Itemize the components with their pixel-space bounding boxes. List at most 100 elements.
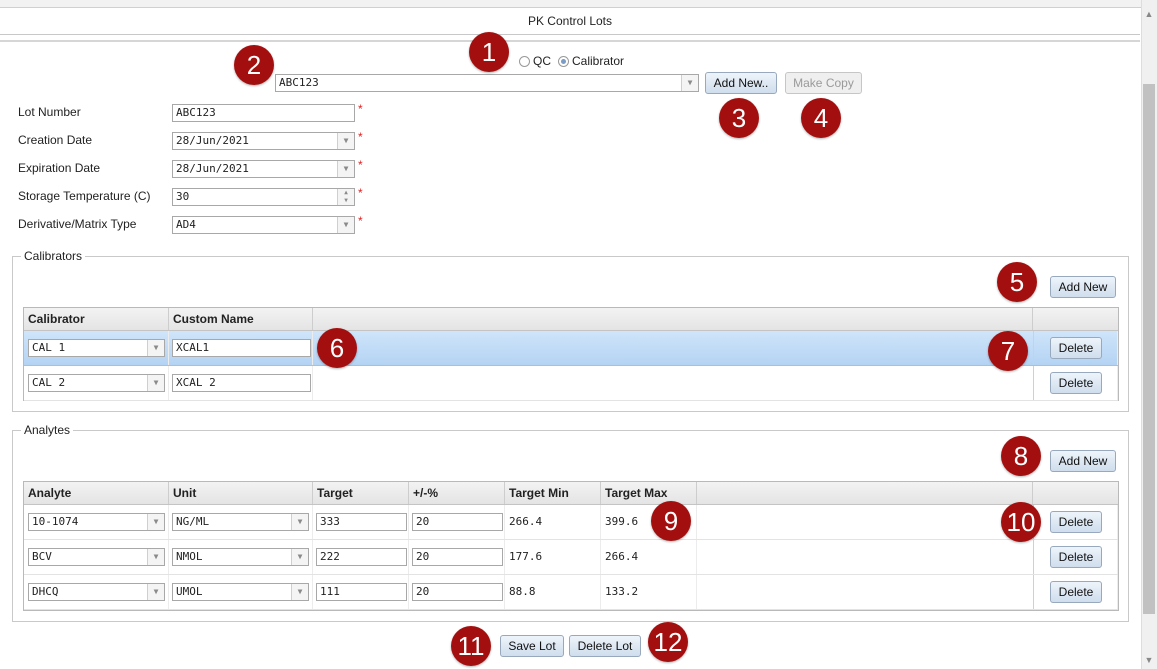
table-row[interactable]: CAL 2 ▼ XCAL 2 Delete xyxy=(24,366,1118,401)
cell-delete: Delete xyxy=(1033,575,1118,609)
target-field[interactable]: 111 xyxy=(316,583,407,601)
cell-delete: Delete xyxy=(1033,331,1118,365)
cell-target-max: 266.4 xyxy=(601,540,697,574)
unit-combo[interactable]: UMOL ▼ xyxy=(172,583,309,601)
chevron-down-icon[interactable]: ▼ xyxy=(337,161,354,177)
unit-value: NMOL xyxy=(176,550,203,563)
callout-badge: 10 xyxy=(1001,502,1041,542)
column-header-analyte[interactable]: Analyte xyxy=(24,482,169,504)
spin-down-icon[interactable]: ▼ xyxy=(337,197,354,205)
delete-row-button[interactable]: Delete xyxy=(1050,546,1102,568)
add-new-lot-button[interactable]: Add New.. xyxy=(705,72,777,94)
qc-radio-label: QC xyxy=(533,54,551,68)
creation-date-picker[interactable]: 28/Jun/2021 ▼ xyxy=(172,132,355,150)
delete-row-button[interactable]: Delete xyxy=(1050,581,1102,603)
callout-badge: 12 xyxy=(648,622,688,662)
qc-radio[interactable] xyxy=(519,56,530,67)
required-asterisk: * xyxy=(358,102,363,116)
table-row[interactable]: BCV ▼ NMOL ▼ 222 20 177.6 266.4 Delete xyxy=(24,540,1118,575)
custom-name-field[interactable]: XCAL 2 xyxy=(172,374,311,392)
cell-delete: Delete xyxy=(1033,540,1118,574)
analyte-combo[interactable]: 10-1074 ▼ xyxy=(28,513,165,531)
callout-badge: 5 xyxy=(997,262,1037,302)
column-header-custom-name[interactable]: Custom Name xyxy=(169,308,313,330)
cell-target-min: 177.6 xyxy=(505,540,601,574)
scrollbar-thumb[interactable] xyxy=(1143,84,1155,614)
table-row[interactable]: CAL 1 ▼ XCAL1 Delete xyxy=(24,331,1118,366)
column-header-unit[interactable]: Unit xyxy=(169,482,313,504)
chevron-down-icon[interactable]: ▼ xyxy=(147,584,164,600)
column-header-filler xyxy=(697,482,1033,504)
chevron-down-icon[interactable]: ▼ xyxy=(147,340,164,356)
column-header-calibrator[interactable]: Calibrator xyxy=(24,308,169,330)
chevron-down-icon[interactable]: ▼ xyxy=(147,549,164,565)
percent-field[interactable]: 20 xyxy=(412,513,503,531)
calibrator-combo[interactable]: CAL 2 ▼ xyxy=(28,374,165,392)
chevron-down-icon[interactable]: ▼ xyxy=(291,549,308,565)
analyte-combo[interactable]: BCV ▼ xyxy=(28,548,165,566)
calibrators-grid-header: Calibrator Custom Name xyxy=(24,308,1118,331)
analytes-legend: Analytes xyxy=(21,423,74,437)
chevron-down-icon[interactable]: ▼ xyxy=(147,375,164,391)
chevron-down-icon[interactable]: ▼ xyxy=(291,514,308,530)
table-row[interactable]: 10-1074 ▼ NG/ML ▼ 333 20 266.4 399.6 Del… xyxy=(24,505,1118,540)
target-field[interactable]: 222 xyxy=(316,548,407,566)
callout-badge: 11 xyxy=(451,626,491,666)
table-row[interactable]: DHCQ ▼ UMOL ▼ 111 20 88.8 133.2 Delete xyxy=(24,575,1118,610)
chevron-down-icon[interactable]: ▼ xyxy=(147,514,164,530)
add-calibrator-button[interactable]: Add New xyxy=(1050,276,1116,298)
callout-badge: 9 xyxy=(651,501,691,541)
cell-delete: Delete xyxy=(1033,505,1118,539)
add-analyte-button[interactable]: Add New xyxy=(1050,450,1116,472)
analyte-value: 10-1074 xyxy=(32,515,79,528)
unit-combo[interactable]: NMOL ▼ xyxy=(172,548,309,566)
percent-field[interactable]: 20 xyxy=(412,583,503,601)
required-asterisk: * xyxy=(358,186,363,200)
percent-field[interactable]: 20 xyxy=(412,548,503,566)
chevron-down-icon[interactable]: ▼ xyxy=(681,75,698,91)
column-header-filler xyxy=(313,308,1033,330)
unit-combo[interactable]: NG/ML ▼ xyxy=(172,513,309,531)
column-header-target-max[interactable]: Target Max xyxy=(601,482,697,504)
delete-row-button[interactable]: Delete xyxy=(1050,511,1102,533)
target-field[interactable]: 333 xyxy=(316,513,407,531)
scroll-down-icon[interactable]: ▼ xyxy=(1143,654,1155,666)
cell-delete: Delete xyxy=(1033,366,1118,400)
column-header-target-min[interactable]: Target Min xyxy=(505,482,601,504)
lot-selector-value: ABC123 xyxy=(279,76,319,89)
delete-row-button[interactable]: Delete xyxy=(1050,372,1102,394)
chevron-down-icon[interactable]: ▼ xyxy=(337,133,354,149)
calibrator-combo[interactable]: CAL 1 ▼ xyxy=(28,339,165,357)
delete-lot-button[interactable]: Delete Lot xyxy=(569,635,641,657)
calibrator-radio[interactable] xyxy=(558,56,569,67)
creation-date-label: Creation Date xyxy=(18,133,93,147)
cell-target-min: 266.4 xyxy=(505,505,601,539)
column-header-percent[interactable]: +/-% xyxy=(409,482,505,504)
lot-selector-combo[interactable]: ABC123 ▼ xyxy=(275,74,699,92)
cell-target: 111 xyxy=(313,575,409,609)
cell-analyte: BCV ▼ xyxy=(24,540,169,574)
make-copy-button[interactable]: Make Copy xyxy=(785,72,862,94)
analyte-combo[interactable]: DHCQ ▼ xyxy=(28,583,165,601)
expiration-date-picker[interactable]: 28/Jun/2021 ▼ xyxy=(172,160,355,178)
storage-temp-label: Storage Temperature (C) xyxy=(18,189,151,203)
cell-unit: UMOL ▼ xyxy=(169,575,313,609)
analyte-value: BCV xyxy=(32,550,52,563)
custom-name-field[interactable]: XCAL1 xyxy=(172,339,311,357)
cell-target: 222 xyxy=(313,540,409,574)
matrix-type-combo[interactable]: AD4 ▼ xyxy=(172,216,355,234)
delete-row-button[interactable]: Delete xyxy=(1050,337,1102,359)
lot-number-field[interactable]: ABC123 xyxy=(172,104,355,122)
column-header-target[interactable]: Target xyxy=(313,482,409,504)
scroll-up-icon[interactable]: ▲ xyxy=(1143,8,1155,20)
storage-temp-spinner[interactable]: 30 ▲ ▼ xyxy=(172,188,355,206)
analytes-grid-header: Analyte Unit Target +/-% Target Min Targ… xyxy=(24,482,1118,505)
chevron-down-icon[interactable]: ▼ xyxy=(291,584,308,600)
cell-target-max: 133.2 xyxy=(601,575,697,609)
top-strip xyxy=(0,0,1141,8)
save-lot-button[interactable]: Save Lot xyxy=(500,635,564,657)
callout-badge: 3 xyxy=(719,98,759,138)
chevron-down-icon[interactable]: ▼ xyxy=(337,217,354,233)
cell-unit: NMOL ▼ xyxy=(169,540,313,574)
callout-badge: 4 xyxy=(801,98,841,138)
